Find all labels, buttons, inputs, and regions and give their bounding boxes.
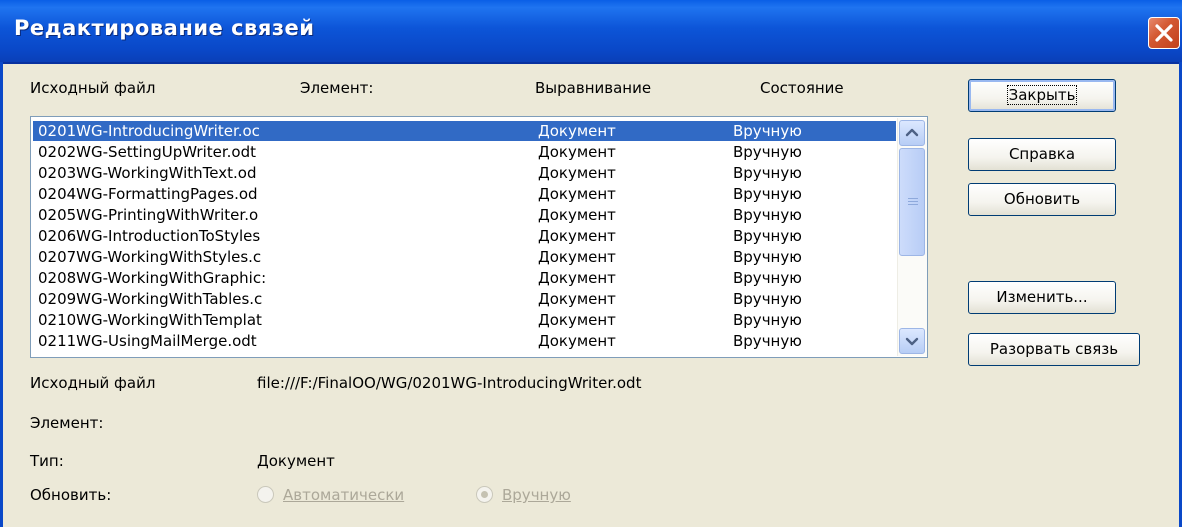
list-item[interactable]: 0202WG-SettingUpWriter.odt Документ Вруч… <box>33 142 896 162</box>
list-item-update: Вручную <box>733 185 802 203</box>
list-item-type: Документ <box>538 311 616 329</box>
break-link-button-label: Разорвать связь <box>989 340 1119 358</box>
list-item-update: Вручную <box>733 290 802 308</box>
list-item-type: Документ <box>538 185 616 203</box>
column-header-element[interactable]: Элемент: <box>300 79 373 97</box>
thumb-grip <box>908 204 918 205</box>
list-item-update: Вручную <box>733 248 802 266</box>
manual-update-label[interactable]: Вручную <box>502 486 571 504</box>
list-item-update: Вручную <box>733 311 802 329</box>
list-item[interactable]: 0204WG-FormattingPages.od Документ Вручн… <box>33 184 896 204</box>
scroll-thumb[interactable] <box>899 148 925 256</box>
element-label: Элемент: <box>30 414 104 432</box>
scroll-down-button[interactable] <box>899 328 925 354</box>
close-icon <box>1155 24 1173 42</box>
list-item-file: 0201WG-IntroducingWriter.oc <box>38 122 260 140</box>
list-item-update: Вручную <box>733 332 802 350</box>
column-header-source[interactable]: Исходный файл <box>30 79 155 97</box>
list-item-update: Вручную <box>733 206 802 224</box>
title-bar[interactable]: Редактирование связей <box>0 0 1182 64</box>
type-label: Тип: <box>30 452 64 470</box>
list-item-file: 0202WG-SettingUpWriter.odt <box>38 143 256 161</box>
column-header-state[interactable]: Состояние <box>760 79 844 97</box>
list-item-update: Вручную <box>733 143 802 161</box>
links-list[interactable]: 0201WG-IntroducingWriter.oc Документ Вру… <box>30 116 928 358</box>
close-window-button[interactable] <box>1148 17 1180 49</box>
help-button-label: Справка <box>1008 145 1076 163</box>
list-item-type: Документ <box>538 269 616 287</box>
list-item-file: 0207WG-WorkingWithStyles.c <box>38 248 262 266</box>
list-item[interactable]: 0211WG-UsingMailMerge.odt Документ Вручн… <box>33 331 896 351</box>
list-item[interactable]: 0206WG-IntroductionToStyles Документ Вру… <box>33 226 896 246</box>
list-item-update: Вручную <box>733 122 802 140</box>
list-item-file: 0208WG-WorkingWithGraphic: <box>38 269 267 287</box>
list-item-type: Документ <box>538 164 616 182</box>
window-title: Редактирование связей <box>14 16 315 40</box>
scroll-up-button[interactable] <box>899 120 925 146</box>
auto-update-radio[interactable] <box>257 486 274 503</box>
update-mode-label: Обновить: <box>30 486 112 504</box>
update-button-label: Обновить <box>1003 190 1081 208</box>
list-item[interactable]: 0203WG-WorkingWithText.od Документ Вручн… <box>33 163 896 183</box>
manual-update-radio[interactable] <box>476 486 493 503</box>
list-item[interactable]: 0209WG-WorkingWithTables.c Документ Вруч… <box>33 289 896 309</box>
source-file-value: file:///F:/FinalOO/WG/0201WG-Introducing… <box>257 374 642 392</box>
list-item[interactable]: 0207WG-WorkingWithStyles.c Документ Вруч… <box>33 247 896 267</box>
list-item-update: Вручную <box>733 269 802 287</box>
break-link-button[interactable]: Разорвать связь <box>968 333 1140 366</box>
thumb-grip <box>908 198 918 199</box>
list-item-file: 0204WG-FormattingPages.od <box>38 185 258 203</box>
type-value: Документ <box>257 452 335 470</box>
close-button[interactable]: Закрыть <box>968 79 1116 112</box>
list-item-type: Документ <box>538 290 616 308</box>
thumb-grip <box>908 201 918 202</box>
column-header-alignment[interactable]: Выравнивание <box>535 79 651 97</box>
list-item-type: Документ <box>538 206 616 224</box>
chevron-down-icon <box>905 337 919 346</box>
list-item-file: 0210WG-WorkingWithTemplat <box>38 311 262 329</box>
list-item-file: 0209WG-WorkingWithTables.c <box>38 290 263 308</box>
list-item-file: 0211WG-UsingMailMerge.odt <box>38 332 257 350</box>
modify-button-label: Изменить... <box>996 288 1088 306</box>
list-item[interactable]: 0208WG-WorkingWithGraphic: Документ Вруч… <box>33 268 896 288</box>
help-button[interactable]: Справка <box>968 138 1116 171</box>
source-file-label: Исходный файл <box>30 374 156 392</box>
chevron-up-icon <box>905 128 919 137</box>
list-item[interactable]: 0210WG-WorkingWithTemplat Документ Вручн… <box>33 310 896 330</box>
update-button[interactable]: Обновить <box>968 183 1116 216</box>
close-button-label: Закрыть <box>1006 85 1078 105</box>
list-item[interactable]: 0201WG-IntroducingWriter.oc Документ Вру… <box>33 121 896 141</box>
list-item-file: 0203WG-WorkingWithText.od <box>38 164 257 182</box>
list-item-update: Вручную <box>733 227 802 245</box>
window-frame-left <box>0 62 3 527</box>
list-item-type: Документ <box>538 248 616 266</box>
list-item-update: Вручную <box>733 164 802 182</box>
vertical-scrollbar[interactable] <box>897 118 927 356</box>
list-item-type: Документ <box>538 227 616 245</box>
list-item-type: Документ <box>538 332 616 350</box>
list-item-file: 0205WG-PrintingWithWriter.o <box>38 206 259 224</box>
list-item-type: Документ <box>538 122 616 140</box>
list-item-file: 0206WG-IntroductionToStyles <box>38 227 261 245</box>
list-item[interactable]: 0205WG-PrintingWithWriter.o Документ Вру… <box>33 205 896 225</box>
auto-update-label[interactable]: Автоматически <box>283 486 404 504</box>
modify-button[interactable]: Изменить... <box>968 281 1116 314</box>
list-item-type: Документ <box>538 143 616 161</box>
